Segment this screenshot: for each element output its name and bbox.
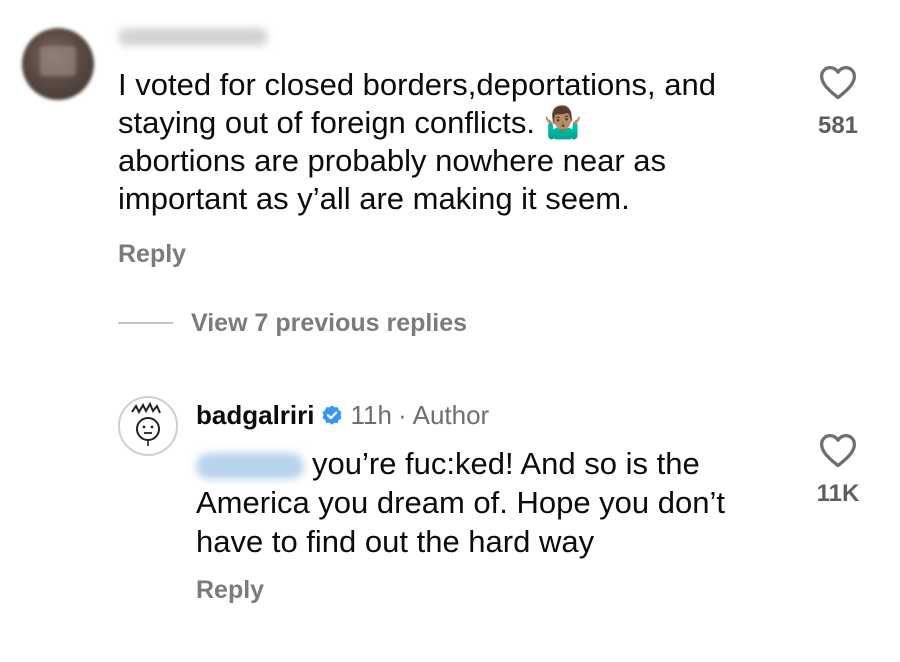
like-count: 11K <box>816 480 860 507</box>
shrug-emoji-icon: 🤷🏽‍♂️ <box>543 105 583 140</box>
reply-header: badgalriri 11h · Author <box>196 400 489 431</box>
view-previous-replies[interactable]: View 7 previous replies <box>118 306 467 340</box>
separator-dot: · <box>397 400 407 430</box>
reply-button[interactable]: Reply <box>118 240 186 269</box>
mention-redacted[interactable] <box>196 452 304 479</box>
author-tag: Author <box>412 400 490 430</box>
commenter-avatar[interactable] <box>22 28 94 100</box>
commenter-username-redacted[interactable] <box>118 28 268 46</box>
comment-like: 581 <box>803 64 873 140</box>
reply-like: 11K <box>803 432 873 508</box>
view-replies-label[interactable]: View 7 previous replies <box>191 309 467 338</box>
author-avatar[interactable] <box>118 396 178 456</box>
reply-line: have to find out the hard way <box>196 524 595 559</box>
like-count: 581 <box>817 112 859 139</box>
comment-text: I voted for closed borders,deportations,… <box>118 66 788 218</box>
doodle-face-icon <box>131 401 161 446</box>
comment-line: important as y’all are making it seem. <box>118 181 630 216</box>
thread-divider <box>118 322 173 324</box>
reply-button[interactable]: Reply <box>196 576 264 605</box>
reply-timestamp: 11h <box>350 400 392 430</box>
author-username[interactable]: badgalriri <box>196 400 314 431</box>
heart-icon[interactable] <box>818 432 858 468</box>
comment-line: I voted for closed borders,deportations,… <box>118 67 716 102</box>
comment-line: staying out of foreign conflicts. <box>118 105 536 140</box>
reply-text: you’re fuc:ked! And so is the America yo… <box>196 444 796 561</box>
comment-line: abortions are probably nowhere near as <box>118 143 667 178</box>
heart-icon[interactable] <box>818 64 858 100</box>
reply-line: America you dream of. Hope you don’t <box>196 485 725 520</box>
reply-line: you’re fuc:ked! And so is the <box>312 446 700 481</box>
verified-badge-icon <box>322 405 342 425</box>
